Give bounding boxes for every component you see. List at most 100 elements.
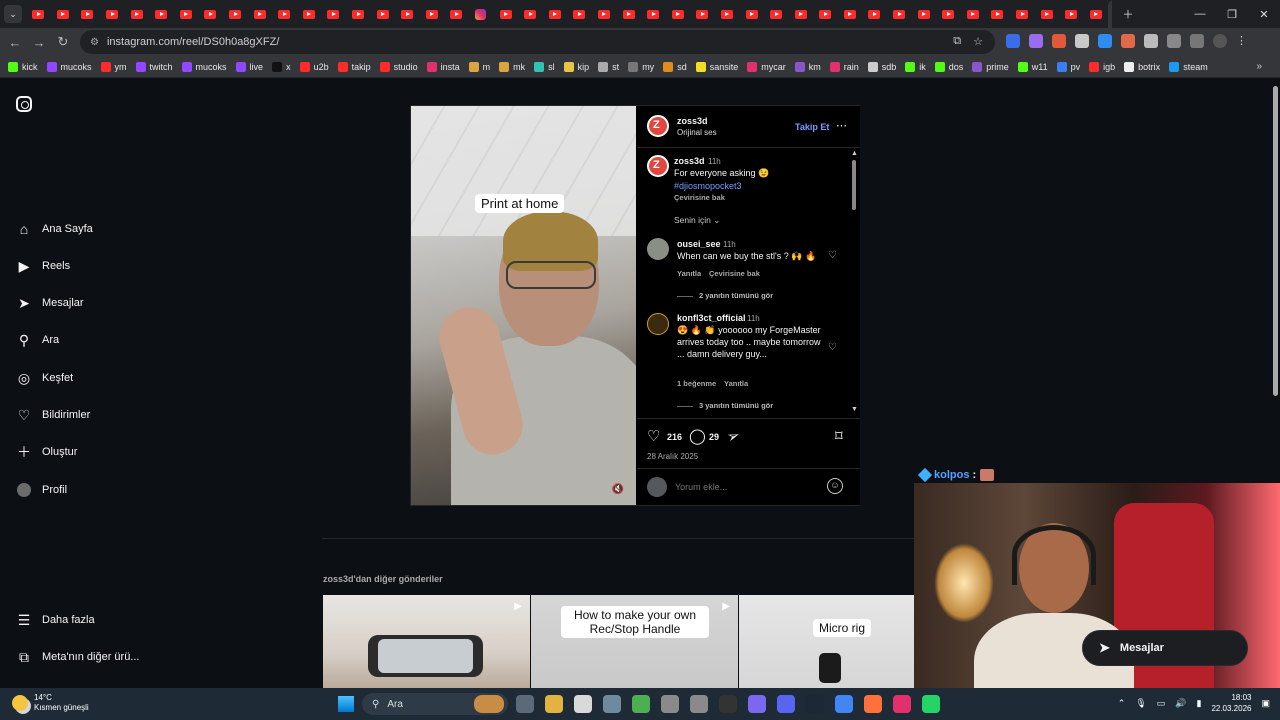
bookmark-item[interactable]: mk xyxy=(499,61,525,72)
sidebar-item-meta[interactable]: ⧉ Meta'nın diğer ürü... xyxy=(16,649,140,665)
bookmarks-overflow-icon[interactable]: » xyxy=(1256,61,1262,72)
sidebar-item-create[interactable]: ＋ Oluştur xyxy=(16,444,77,460)
sidebar-item-profile[interactable]: Profil xyxy=(16,482,67,498)
browser-tab[interactable] xyxy=(247,0,272,28)
maximize-icon[interactable]: ❐ xyxy=(1216,8,1248,21)
bookmark-item[interactable]: sl xyxy=(534,61,555,72)
browser-tab[interactable] xyxy=(321,0,346,28)
back-icon[interactable]: ← xyxy=(3,35,27,50)
weather-widget[interactable]: 14°C Kısmen güneşli xyxy=(12,693,89,713)
bookmark-item[interactable]: igb xyxy=(1089,61,1115,72)
browser-tab[interactable] xyxy=(592,0,617,28)
taskbar-app-icon[interactable] xyxy=(748,695,766,713)
browser-tab[interactable] xyxy=(223,0,248,28)
bookmark-item[interactable]: m xyxy=(468,61,490,72)
browser-tab[interactable] xyxy=(272,0,297,28)
comment-icon[interactable]: ◯ xyxy=(689,427,706,445)
taskbar-app-icon[interactable] xyxy=(632,695,650,713)
start-button-icon[interactable] xyxy=(338,696,354,712)
bookmark-item[interactable]: botrix xyxy=(1124,61,1160,72)
extension-icon[interactable] xyxy=(1098,34,1112,48)
view-replies-link[interactable]: 2 yanıtın tümünü gör xyxy=(699,291,773,300)
taskbar-app-icon[interactable] xyxy=(922,695,940,713)
bookmark-item[interactable]: mucoks xyxy=(181,61,227,72)
browser-tab[interactable] xyxy=(542,0,567,28)
browser-tab[interactable] xyxy=(1010,0,1035,28)
sidebar-item-messages[interactable]: ➤ Mesajlar xyxy=(16,295,83,311)
bookmark-item[interactable]: live xyxy=(235,61,263,72)
taskbar-app-icon[interactable] xyxy=(835,695,853,713)
bookmark-item[interactable]: my xyxy=(628,61,654,72)
sidebar-item-home[interactable]: ⌂ Ana Sayfa xyxy=(16,221,93,237)
browser-tab[interactable] xyxy=(395,0,420,28)
commenter-avatar[interactable] xyxy=(647,313,669,335)
extension-icon[interactable] xyxy=(1029,34,1043,48)
translate-link[interactable]: Çevirisine bak xyxy=(674,193,725,202)
bookmark-item[interactable]: kick xyxy=(8,61,38,72)
browser-tab[interactable] xyxy=(567,0,592,28)
bookmark-item[interactable]: ym xyxy=(100,61,127,72)
more-post-tile[interactable]: ▶ xyxy=(323,595,530,688)
browser-tab[interactable] xyxy=(174,0,199,28)
forward-icon[interactable]: → xyxy=(27,35,51,50)
sidebar-item-notifications[interactable]: ♡ Bildirimler xyxy=(16,407,91,423)
translate-link[interactable]: Çevirisine bak xyxy=(709,269,760,278)
extension-icon[interactable] xyxy=(1121,34,1135,48)
menu-kebab-icon[interactable]: ⋮ xyxy=(1236,34,1250,48)
profile-avatar-icon[interactable] xyxy=(1213,34,1227,48)
comment-input[interactable] xyxy=(675,479,815,495)
browser-tab[interactable] xyxy=(444,0,469,28)
bookmark-item[interactable]: u2b xyxy=(299,61,329,72)
sidebar-item-explore[interactable]: ◎ Keşfet xyxy=(16,370,73,386)
view-replies-link[interactable]: 3 yanıtın tümünü gör xyxy=(699,401,773,410)
browser-tab[interactable] xyxy=(764,0,789,28)
microphone-icon[interactable]: 🎙 xyxy=(1135,698,1146,709)
extension-icon[interactable] xyxy=(1075,34,1089,48)
bookmark-item[interactable]: w11 xyxy=(1017,61,1048,72)
reply-link[interactable]: Yanıtla xyxy=(677,269,701,278)
bookmark-item[interactable]: sd xyxy=(663,61,687,72)
browser-tab[interactable] xyxy=(518,0,543,28)
author-avatar[interactable] xyxy=(647,155,669,177)
taskbar-app-icon[interactable] xyxy=(777,695,795,713)
bookmark-item[interactable]: ik xyxy=(905,61,926,72)
bookmark-item[interactable]: dos xyxy=(934,61,963,72)
bookmark-item[interactable]: prime xyxy=(972,61,1009,72)
browser-tab[interactable] xyxy=(1084,0,1109,28)
taskbar-app-icon[interactable] xyxy=(516,695,534,713)
browser-tab[interactable] xyxy=(616,0,641,28)
browser-tab[interactable] xyxy=(198,0,223,28)
author-username[interactable]: zoss3d xyxy=(677,116,708,126)
mute-icon[interactable]: 🔇 xyxy=(612,484,624,495)
browser-tab[interactable] xyxy=(813,0,838,28)
bookmark-item[interactable]: insta xyxy=(426,61,460,72)
follow-button[interactable]: Takip Et xyxy=(795,122,829,132)
browser-tab[interactable] xyxy=(469,0,494,28)
taskbar-app-icon[interactable] xyxy=(545,695,563,713)
bookmark-item[interactable]: studio xyxy=(379,61,418,72)
comment-username[interactable]: ousei_see xyxy=(677,239,721,249)
sidebar-item-search[interactable]: ⚲ Ara xyxy=(16,332,59,348)
sidebar-item-more[interactable]: ☰ Daha fazla xyxy=(16,612,95,628)
browser-tab[interactable] xyxy=(739,0,764,28)
tab-search-icon[interactable]: ⌄ xyxy=(4,5,22,23)
taskbar-app-icon[interactable] xyxy=(893,695,911,713)
comment-username[interactable]: konfl3ct_official xyxy=(677,313,746,323)
browser-tab[interactable] xyxy=(911,0,936,28)
author-avatar[interactable] xyxy=(647,115,669,137)
sidebar-item-reels[interactable]: ▶ Reels xyxy=(16,258,71,274)
site-info-icon[interactable]: ⚙ xyxy=(90,37,99,48)
page-scrollbar[interactable] xyxy=(1271,86,1279,686)
bookmark-item[interactable]: pv xyxy=(1056,61,1080,72)
comment-likes[interactable]: 1 beğenme xyxy=(677,379,716,388)
bookmark-item[interactable]: mucoks xyxy=(46,61,92,72)
notifications-icon[interactable]: ▣ xyxy=(1261,698,1270,709)
minimize-icon[interactable]: — xyxy=(1184,8,1216,20)
browser-tab[interactable] xyxy=(346,0,371,28)
more-options-icon[interactable]: ⋯ xyxy=(836,119,847,132)
reading-list-icon[interactable] xyxy=(1190,34,1204,48)
volume-icon[interactable]: 🔊 xyxy=(1175,698,1186,709)
reel-video[interactable]: Print at home 🔇 xyxy=(411,106,636,505)
clock[interactable]: 18:03 22.03.2026 xyxy=(1211,692,1251,714)
browser-tab[interactable] xyxy=(493,0,518,28)
